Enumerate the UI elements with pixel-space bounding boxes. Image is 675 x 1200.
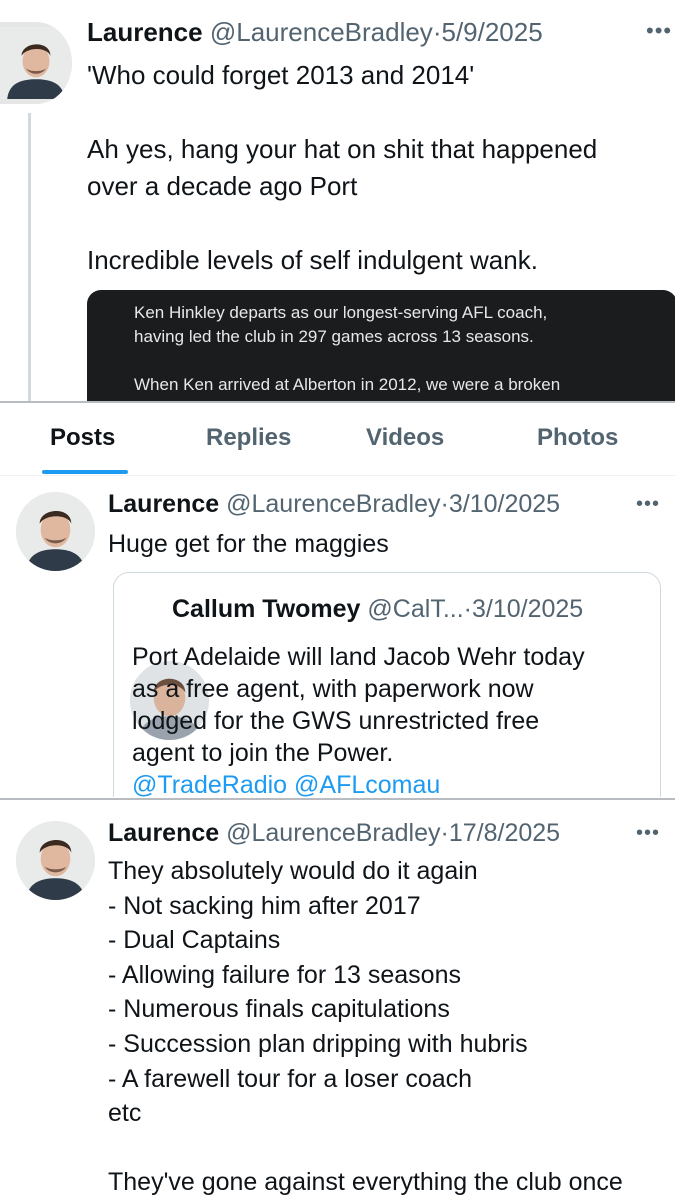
post-date[interactable]: 3/10/2025 bbox=[449, 490, 560, 518]
quoted-text-line: lodged for the GWS unrestricted free bbox=[132, 707, 540, 735]
post-text-line: Incredible levels of self indulgent wank… bbox=[87, 245, 538, 275]
avatar-image bbox=[0, 27, 72, 99]
author-name[interactable]: Laurence bbox=[108, 819, 219, 847]
post-text-line: over a decade ago Port bbox=[87, 171, 358, 201]
author-name[interactable]: Laurence bbox=[87, 17, 203, 47]
post-text-line: 'Who could forget 2013 and 2014' bbox=[87, 60, 475, 90]
more-options-icon[interactable]: ••• bbox=[636, 823, 660, 843]
thread-connector-line bbox=[28, 113, 31, 402]
avatar[interactable] bbox=[0, 22, 72, 104]
post-text-line: - Succession plan dripping with hubris bbox=[108, 1029, 528, 1058]
image-text-line: When Ken arrived at Alberton in 2012, we… bbox=[134, 375, 561, 394]
quoted-text-line: as a free agent, with paperwork now bbox=[132, 675, 534, 703]
author-handle[interactable]: @LaurenceBradley bbox=[226, 819, 440, 847]
post-text: They absolutely would do it again - Not … bbox=[108, 854, 623, 1200]
author-name[interactable]: Laurence bbox=[108, 490, 219, 518]
screenshot-divider bbox=[0, 401, 675, 403]
author-handle[interactable]: @LaurenceBradley bbox=[210, 17, 433, 47]
post-text: 'Who could forget 2013 and 2014' Ah yes,… bbox=[87, 57, 597, 279]
post-text-line: etc bbox=[108, 1099, 142, 1128]
tab-posts[interactable]: Posts bbox=[50, 426, 115, 450]
post-text-line: - Dual Captains bbox=[108, 926, 281, 955]
separator: · bbox=[463, 595, 472, 623]
author-handle[interactable]: @LaurenceBradley bbox=[226, 490, 440, 518]
more-options-icon[interactable]: ••• bbox=[636, 494, 660, 514]
post-header: Laurence @LaurenceBradley·5/9/2025 bbox=[87, 19, 543, 45]
avatar[interactable] bbox=[16, 492, 95, 571]
quoted-post-text: Port Adelaide will land Jacob Wehr today… bbox=[132, 641, 585, 797]
post-date[interactable]: 5/9/2025 bbox=[441, 17, 542, 47]
post-date[interactable]: 17/8/2025 bbox=[449, 819, 560, 847]
more-options-icon[interactable]: ••• bbox=[646, 20, 672, 42]
screenshot-divider bbox=[0, 798, 675, 800]
quoted-author-handle[interactable]: @CalT... bbox=[367, 595, 463, 623]
quoted-post[interactable]: Callum Twomey @CalT...·3/10/2025 Port Ad… bbox=[113, 572, 661, 797]
post-3[interactable]: Laurence @LaurenceBradley·17/8/2025 ••• … bbox=[0, 801, 675, 1200]
active-tab-indicator bbox=[42, 470, 128, 474]
post-text-line: - Numerous finals capitulations bbox=[108, 995, 450, 1024]
tab-videos[interactable]: Videos bbox=[366, 426, 444, 450]
separator: · bbox=[440, 490, 449, 518]
post-1[interactable]: Laurence @LaurenceBradley·5/9/2025 ••• '… bbox=[0, 0, 675, 402]
quoted-text-line: agent to join the Power. bbox=[132, 739, 394, 767]
post-text-line: Ah yes, hang your hat on shit that happe… bbox=[87, 134, 598, 164]
image-text-line: having led the club in 297 games across … bbox=[134, 327, 534, 346]
quoted-author-name[interactable]: Callum Twomey bbox=[172, 595, 360, 623]
post-text: Huge get for the maggies bbox=[108, 530, 389, 558]
post-header: Laurence @LaurenceBradley·17/8/2025 bbox=[108, 821, 560, 846]
post-text-line: - Allowing failure for 13 seasons bbox=[108, 960, 461, 989]
post-text-line: - Not sacking him after 2017 bbox=[108, 891, 421, 920]
post-text-line bbox=[108, 1131, 623, 1166]
attached-image-text: Ken Hinkley departs as our longest-servi… bbox=[134, 301, 560, 397]
tab-photos[interactable]: Photos bbox=[537, 426, 618, 450]
post-header: Laurence @LaurenceBradley·3/10/2025 bbox=[108, 492, 560, 517]
post-text-line bbox=[87, 94, 597, 131]
post-text-line: They absolutely would do it again bbox=[108, 857, 478, 885]
post-text-line: They've gone against everything the club… bbox=[108, 1168, 623, 1197]
post-text-line: - A farewell tour for a loser coach bbox=[108, 1064, 473, 1093]
quoted-post-header: Callum Twomey @CalT...·3/10/2025 bbox=[172, 597, 583, 622]
avatar-image bbox=[16, 492, 95, 571]
mention-links[interactable]: @TradeRadio @AFLcomau bbox=[132, 769, 585, 797]
avatar[interactable] bbox=[16, 821, 95, 900]
quoted-text-line: Port Adelaide will land Jacob Wehr today bbox=[132, 643, 585, 671]
quoted-post-date[interactable]: 3/10/2025 bbox=[472, 595, 583, 623]
profile-tabs: Posts Replies Videos Photos bbox=[0, 404, 675, 476]
separator: · bbox=[440, 819, 449, 847]
avatar-image bbox=[16, 821, 95, 900]
profile-feed-section: Posts Replies Videos Photos Laurence @La… bbox=[0, 404, 675, 797]
post-text-line bbox=[87, 205, 597, 242]
tab-replies[interactable]: Replies bbox=[206, 426, 291, 450]
image-text-line: Ken Hinkley departs as our longest-servi… bbox=[134, 303, 548, 322]
image-text-line bbox=[134, 349, 560, 373]
